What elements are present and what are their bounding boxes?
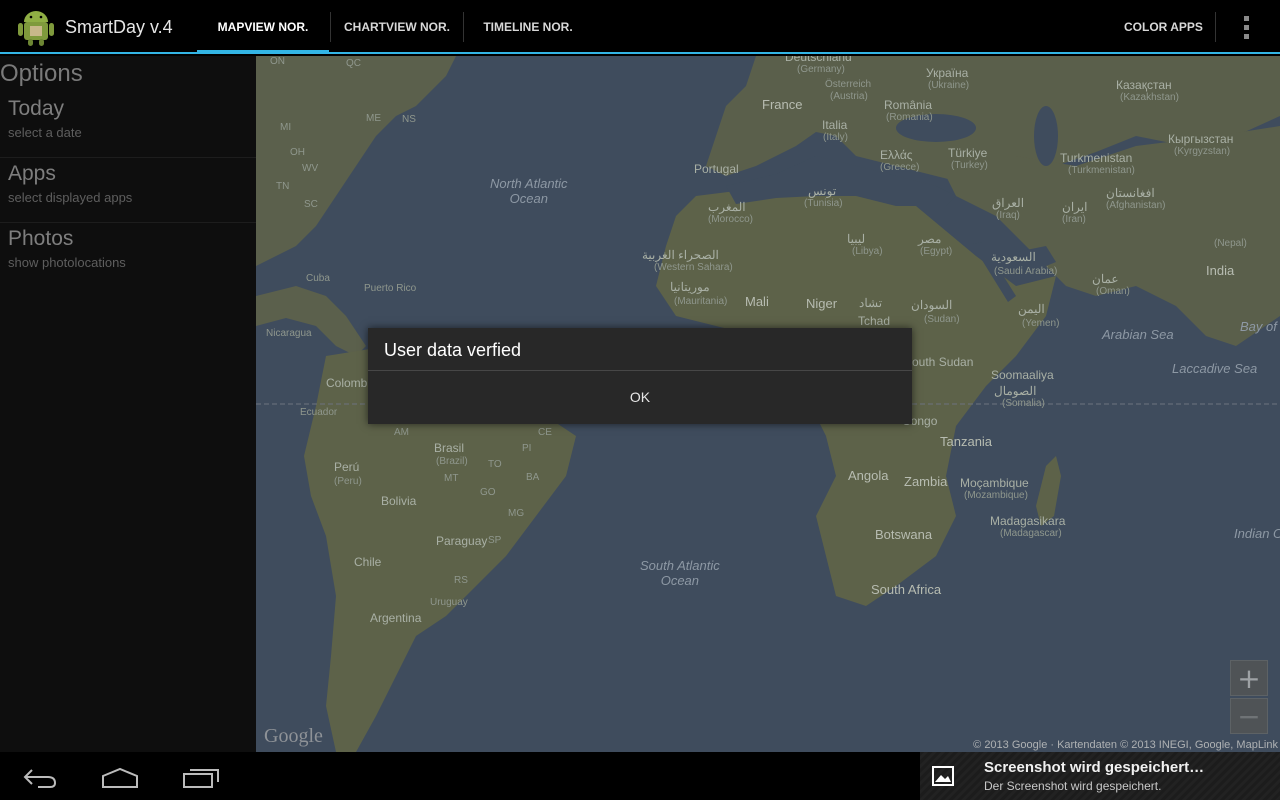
home-icon[interactable] — [100, 766, 140, 788]
system-navigation-bar: Screenshot wird gespeichert… Der Screens… — [0, 752, 1280, 800]
back-icon[interactable] — [22, 766, 58, 788]
notification-title: Screenshot wird gespeichert… — [984, 759, 1205, 776]
notification-subtitle: Der Screenshot wird gespeichert. — [984, 779, 1162, 793]
image-icon — [932, 766, 954, 786]
screenshot-notification[interactable]: Screenshot wird gespeichert… Der Screens… — [920, 752, 1280, 800]
alert-dialog: User data verfied OK — [368, 328, 912, 424]
dialog-title: User data verfied — [384, 340, 522, 360]
ok-button[interactable]: OK — [368, 371, 912, 424]
recent-apps-icon[interactable] — [182, 766, 220, 788]
